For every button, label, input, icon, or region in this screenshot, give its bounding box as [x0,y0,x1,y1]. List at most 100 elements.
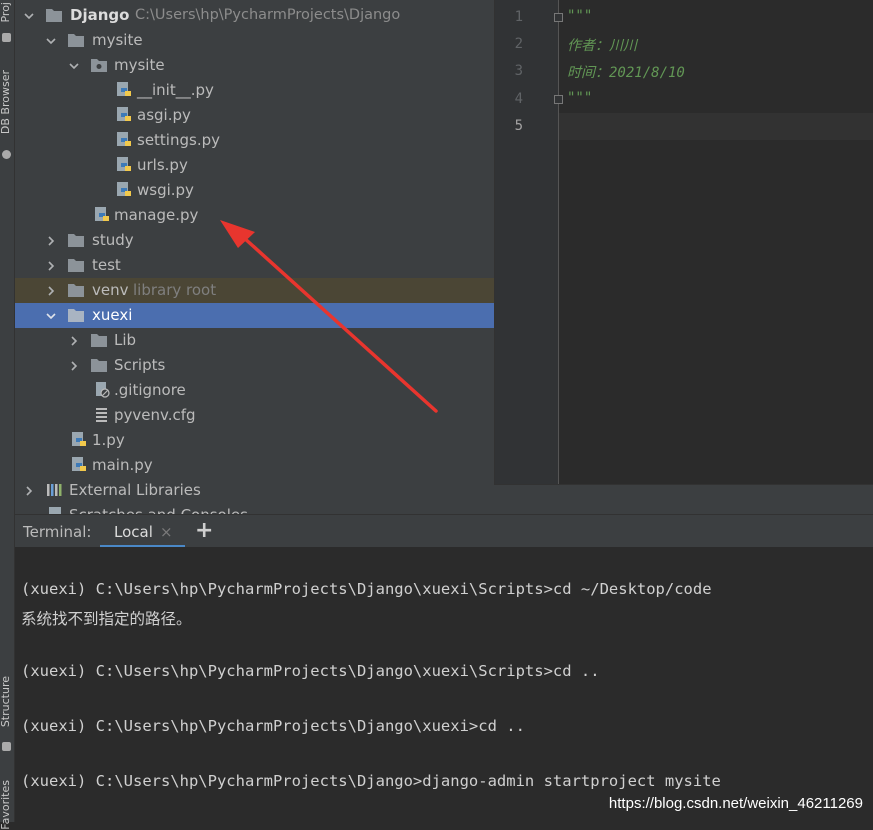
chevron-right-icon[interactable] [24,478,34,503]
python-file-icon [115,132,133,148]
tree-root-django[interactable]: Django C:\Users\hp\PycharmProjects\Djang… [15,3,494,28]
tree-item-label: test [92,256,121,274]
line-number: 5 [514,118,523,134]
root-path: C:\Users\hp\PycharmProjects\Django [135,7,401,23]
python-file-icon [70,457,88,473]
project-tree-panel: Django C:\Users\hp\PycharmProjects\Djang… [15,0,494,514]
tree-item-label: manage.py [114,206,199,224]
tree-folder-venv[interactable]: venv library root [15,278,494,303]
code-line: 时间：2021/8/10 [567,65,685,81]
tree-item-label: .gitignore [114,381,186,399]
tree-item-label: main.py [92,456,153,474]
tree-file-init[interactable]: __init__.py [15,78,494,103]
chevron-down-icon[interactable] [46,303,56,328]
tree-folder-study[interactable]: study [15,228,494,253]
tree-file-main[interactable]: main.py [15,453,494,478]
tree-file-manage[interactable]: manage.py [15,203,494,228]
editor-bottom-bar [494,484,873,515]
tree-item-label: Scratches and Consoles [69,506,248,514]
project-tool-tab[interactable]: Proj [0,2,12,23]
chevron-down-icon[interactable] [24,3,34,28]
line-number: 4 [514,91,523,107]
tree-folder-xuexi[interactable]: xuexi [15,303,494,328]
chevron-right-icon[interactable] [46,278,56,303]
chevron-down-icon[interactable] [69,53,79,78]
folder-icon [90,332,108,348]
watermark: https://blog.csdn.net/weixin_46211269 [608,795,863,812]
tree-file-asgi[interactable]: asgi.py [15,103,494,128]
tree-file-urls[interactable]: urls.py [15,153,494,178]
folder-icon [67,307,85,323]
gutter-divider [558,0,559,484]
config-file-icon [93,407,111,423]
line-number: 3 [514,63,523,79]
chevron-right-icon[interactable] [46,253,56,278]
terminal-line: (xuexi) C:\Users\hp\PycharmProjects\Djan… [21,662,600,680]
tree-item-label: venv [92,281,129,299]
chevron-down-icon[interactable] [46,28,56,53]
structure-icon [2,742,11,751]
terminal-line: 系统找不到指定的路径。 [21,610,192,628]
line-number: 1 [514,9,523,25]
tree-item-label: External Libraries [69,481,201,499]
python-file-icon [93,207,111,223]
tree-item-label: pyvenv.cfg [114,406,196,424]
tree-external-libraries[interactable]: External Libraries [15,478,494,503]
python-file-icon [115,157,133,173]
terminal-tab-local[interactable]: Local × [100,515,185,548]
tree-file-1py[interactable]: 1.py [15,428,494,453]
favorites-tool-tab[interactable]: Favorites [0,780,12,830]
code-line: """ [567,90,593,106]
folder-icon [67,232,85,248]
tree-item-label: mysite [114,56,165,74]
code-editor[interactable]: 1 2 3 4 5 """ 作者：川川 时间：2021/8/10 """ [494,0,873,484]
chevron-right-icon[interactable] [46,228,56,253]
scratches-icon [46,507,64,514]
terminal-output[interactable]: (xuexi) C:\Users\hp\PycharmProjects\Djan… [15,547,873,822]
fold-marker-icon[interactable] [554,13,563,22]
code-line: """ [567,8,593,24]
tree-folder-mysite[interactable]: mysite [15,28,494,53]
python-file-icon [115,82,133,98]
tree-package-mysite[interactable]: mysite [15,53,494,78]
tree-file-gitignore[interactable]: .gitignore [15,378,494,403]
terminal-line: (xuexi) C:\Users\hp\PycharmProjects\Djan… [21,580,712,598]
project-tool-icon [2,33,11,42]
terminal-line: (xuexi) C:\Users\hp\PycharmProjects\Djan… [21,772,721,790]
libraries-icon [46,482,64,498]
root-name: Django [70,6,130,24]
left-tool-stripe: Proj DB Browser Structure Favorites [0,0,15,830]
close-icon[interactable]: × [160,523,173,541]
tree-scratches[interactable]: Scratches and Consoles [15,503,494,514]
tree-file-wsgi[interactable]: wsgi.py [15,178,494,203]
db-browser-icon [2,150,11,159]
chevron-right-icon[interactable] [69,353,79,378]
tree-file-settings[interactable]: settings.py [15,128,494,153]
python-file-icon [115,107,133,123]
library-root-hint: library root [133,281,217,299]
ignored-file-icon [93,382,111,398]
tree-item-label: Scripts [114,356,166,374]
folder-icon [67,32,85,48]
tree-folder-lib[interactable]: Lib [15,328,494,353]
tree-item-label: xuexi [92,306,133,324]
fold-marker-icon[interactable] [554,95,563,104]
add-terminal-icon[interactable]: + [195,518,213,543]
tree-folder-scripts[interactable]: Scripts [15,353,494,378]
chevron-right-icon[interactable] [69,328,79,353]
folder-icon [67,257,85,273]
tree-item-label: urls.py [137,156,188,174]
tree-item-label: settings.py [137,131,220,149]
current-line-highlight [559,113,873,140]
tree-file-pyvenv[interactable]: pyvenv.cfg [15,403,494,428]
package-folder-icon [90,57,108,73]
tree-folder-test[interactable]: test [15,253,494,278]
terminal-toolbar: Terminal: Local × + [15,514,873,548]
python-file-icon [70,432,88,448]
tab-label: Local [114,523,153,541]
folder-icon [90,357,108,373]
terminal-title: Terminal: [23,523,92,541]
tree-item-label: 1.py [92,431,125,449]
db-browser-tool-tab[interactable]: DB Browser [0,70,12,134]
structure-tool-tab[interactable]: Structure [0,676,12,727]
